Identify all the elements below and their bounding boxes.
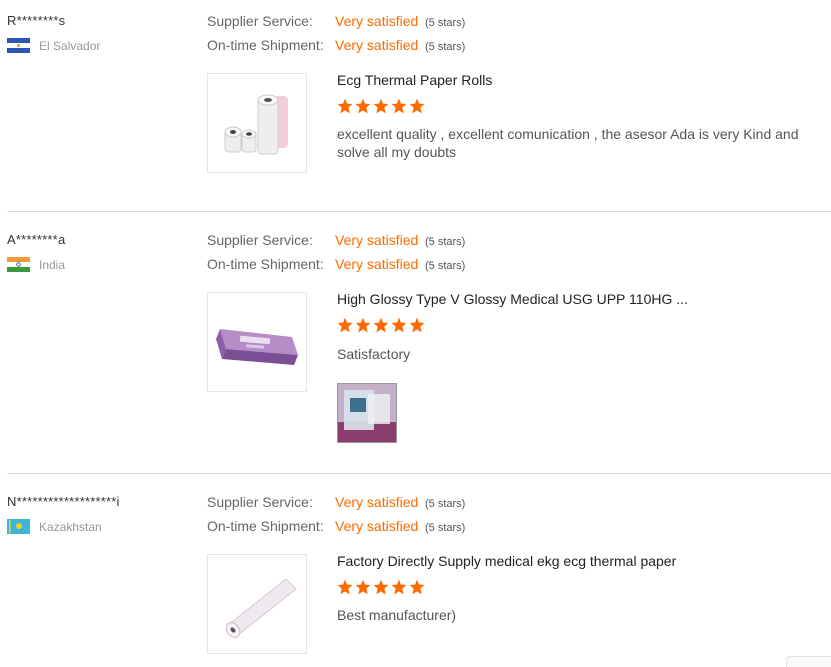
ecg-paper-roll-image (225, 578, 297, 638)
supplier-service-label: Supplier Service: (207, 232, 313, 248)
star-icon (355, 579, 371, 595)
medical-paper-pack-image (216, 329, 298, 365)
star-icon (373, 579, 389, 595)
reviewer-name: A********a (7, 232, 66, 247)
star-icon (373, 98, 389, 114)
india-flag-icon (7, 257, 30, 272)
ontime-shipment-rating: On-time Shipment: Very satisfied (5 star… (207, 518, 465, 534)
supplier-service-value: Very satisfied (335, 13, 419, 29)
star-icon (409, 579, 425, 595)
reviewer-name: R********s (7, 13, 66, 28)
star-icon (373, 317, 389, 333)
country-name: El Salvador (39, 38, 101, 53)
star-icon (391, 579, 407, 595)
star-icon (391, 317, 407, 333)
floating-widget-edge[interactable] (786, 656, 831, 667)
thermal-paper-rolls-image (224, 94, 288, 155)
ontime-shipment-value: Very satisfied (335, 37, 419, 53)
product-title-link[interactable]: Factory Directly Supply medical ekg ecg … (337, 553, 676, 569)
star-icon (391, 98, 407, 114)
ontime-shipment-value: Very satisfied (335, 256, 419, 272)
el-salvador-flag-icon (7, 38, 30, 53)
star-icon (337, 579, 353, 595)
review-photo-attachment[interactable] (337, 383, 397, 443)
ontime-shipment-rating: On-time Shipment: Very satisfied (5 star… (207, 256, 465, 272)
country-name: Kazakhstan (39, 519, 102, 534)
buyer-photo-image (338, 384, 396, 442)
product-thumbnail[interactable] (207, 554, 307, 654)
reviewer-name: N*******************i (7, 494, 120, 509)
product-title-link[interactable]: Ecg Thermal Paper Rolls (337, 72, 492, 88)
supplier-service-label: Supplier Service: (207, 13, 313, 29)
review-comment: excellent quality , excellent comunicati… (337, 126, 799, 160)
star-icon (337, 317, 353, 333)
supplier-service-stars: (5 stars) (425, 498, 466, 510)
ontime-shipment-label: On-time Shipment: (207, 37, 324, 53)
supplier-service-value: Very satisfied (335, 232, 419, 248)
ontime-shipment-value: Very satisfied (335, 518, 419, 534)
star-icon (355, 317, 371, 333)
supplier-service-rating: Supplier Service: Very satisfied (5 star… (207, 13, 465, 29)
reviewer-country: Kazakhstan (7, 519, 102, 534)
supplier-service-label: Supplier Service: (207, 494, 313, 510)
product-star-rating (337, 317, 425, 333)
supplier-service-rating: Supplier Service: Very satisfied (5 star… (207, 232, 465, 248)
star-icon (337, 98, 353, 114)
review-divider (7, 473, 831, 474)
ontime-shipment-rating: On-time Shipment: Very satisfied (5 star… (207, 37, 465, 53)
review-comment: Best manufacturer) (337, 607, 457, 623)
star-icon (409, 317, 425, 333)
reviewer-country: El Salvador (7, 38, 100, 53)
ontime-shipment-stars: (5 stars) (425, 260, 466, 272)
product-thumbnail[interactable] (207, 292, 307, 392)
supplier-service-value: Very satisfied (335, 494, 419, 510)
product-title-link[interactable]: High Glossy Type V Glossy Medical USG UP… (337, 291, 688, 307)
review-comment: Satisfactory (337, 346, 411, 362)
reviewer-country: India (7, 257, 65, 272)
ontime-shipment-label: On-time Shipment: (207, 256, 324, 272)
star-icon (409, 98, 425, 114)
product-thumbnail[interactable] (207, 73, 307, 173)
supplier-service-stars: (5 stars) (425, 17, 466, 29)
product-star-rating (337, 98, 425, 114)
star-icon (355, 98, 371, 114)
ontime-shipment-stars: (5 stars) (425, 522, 466, 534)
ontime-shipment-stars: (5 stars) (425, 41, 466, 53)
country-name: India (39, 257, 66, 272)
ontime-shipment-label: On-time Shipment: (207, 518, 324, 534)
supplier-service-stars: (5 stars) (425, 236, 466, 248)
review-divider (7, 211, 831, 212)
supplier-service-rating: Supplier Service: Very satisfied (5 star… (207, 494, 465, 510)
product-star-rating (337, 579, 425, 595)
kazakhstan-flag-icon (7, 519, 30, 534)
